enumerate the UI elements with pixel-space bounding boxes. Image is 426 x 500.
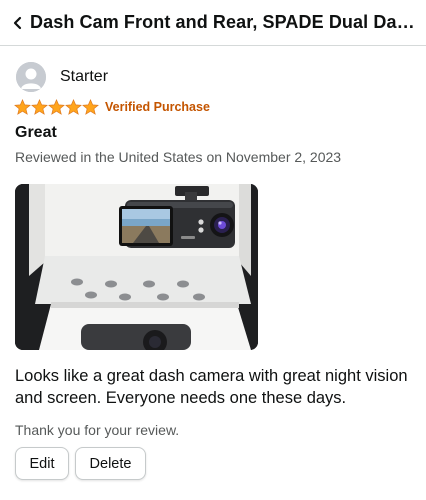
star-icon <box>31 99 48 115</box>
review-photo[interactable] <box>15 184 258 350</box>
star-icon <box>65 99 82 115</box>
review-body: Looks like a great dash camera with grea… <box>15 367 408 407</box>
reviewer-name: Starter <box>60 68 109 85</box>
rating-row: Verified Purchase <box>14 99 210 115</box>
delete-button[interactable]: Delete <box>75 447 146 480</box>
verified-purchase-badge: Verified Purchase <box>105 100 210 114</box>
user-avatar-icon <box>16 62 46 92</box>
edit-button[interactable]: Edit <box>15 447 69 480</box>
reviewer-profile[interactable]: Starter <box>16 62 108 92</box>
thank-you-message: Thank you for your review. <box>15 422 180 438</box>
star-icon <box>82 99 99 115</box>
review-actions: Edit Delete <box>15 447 146 480</box>
star-icon <box>14 99 31 115</box>
top-header: Dash Cam Front and Rear, SPADE Dual Dash… <box>0 0 426 46</box>
star-icon <box>48 99 65 115</box>
product-title[interactable]: Dash Cam Front and Rear, SPADE Dual Dash… <box>30 12 416 33</box>
star-rating <box>14 99 99 115</box>
review-title: Great <box>15 124 57 141</box>
review-date: Reviewed in the United States on Novembe… <box>15 149 342 165</box>
back-button[interactable] <box>0 0 30 46</box>
chevron-left-icon <box>13 16 22 29</box>
